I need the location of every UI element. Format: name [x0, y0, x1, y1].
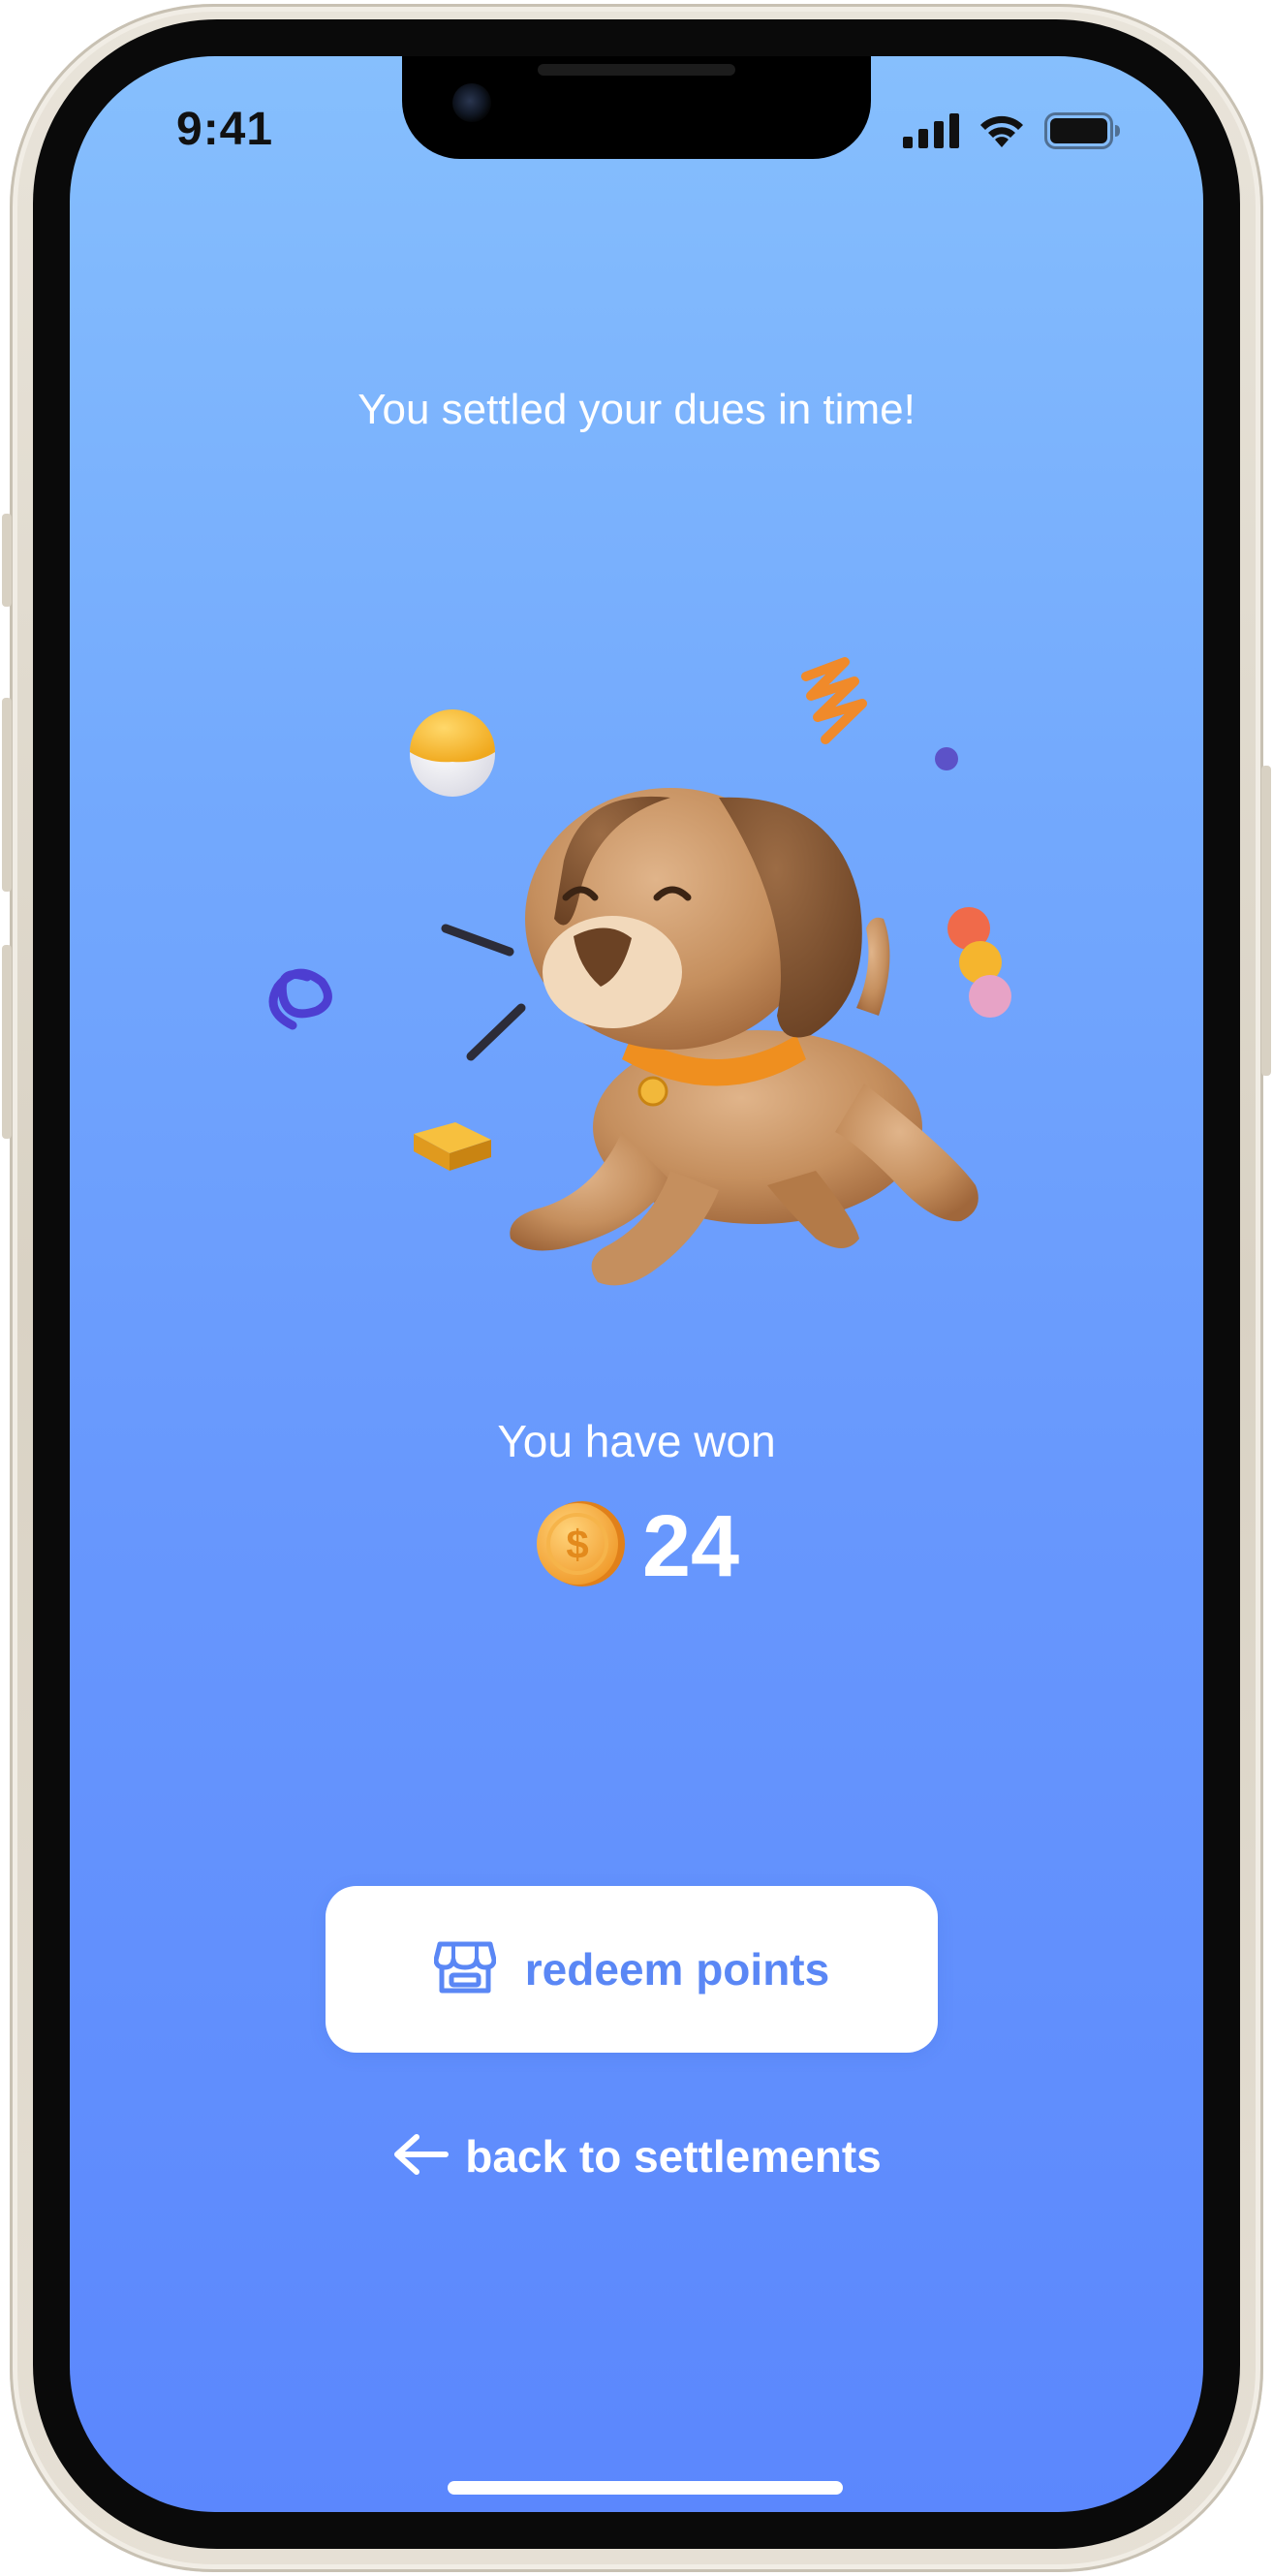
- cellular-signal-icon: [903, 113, 959, 153]
- confetti-dot-purple: [935, 747, 958, 770]
- status-time: 9:41: [176, 104, 274, 155]
- wifi-icon: [977, 112, 1027, 154]
- svg-text:$: $: [566, 1522, 588, 1567]
- status-icons: [903, 112, 1122, 154]
- dog-figure: [510, 788, 978, 1286]
- confetti-stick-1: [441, 924, 514, 957]
- dollar-coin-icon: $: [534, 1498, 625, 1594]
- success-headline: You settled your dues in time!: [357, 386, 916, 433]
- silent-switch: [2, 514, 12, 607]
- speaker-grille: [538, 64, 735, 76]
- storefront-icon: [433, 1938, 497, 2001]
- redeem-points-label: redeem points: [524, 1944, 830, 1995]
- home-indicator[interactable]: [448, 2481, 843, 2495]
- points-value: 24: [641, 1497, 740, 1595]
- redeem-points-button[interactable]: redeem points: [326, 1886, 938, 2053]
- confetti-spiral-purple: [268, 968, 332, 1030]
- confetti-ball: [410, 709, 495, 797]
- notch: [402, 56, 871, 159]
- confetti-stick-2: [466, 1003, 526, 1061]
- app-screen: 9:41 You settled your dues in time! You …: [70, 56, 1203, 2512]
- front-camera: [452, 83, 491, 122]
- confetti-beads: [947, 907, 1011, 1018]
- points-display: $ 24: [70, 1498, 1203, 1594]
- back-to-settlements-label: back to settlements: [465, 2131, 882, 2182]
- volume-up-button: [2, 698, 12, 892]
- won-label: You have won: [497, 1416, 776, 1466]
- arrow-left-icon: [391, 2133, 450, 2181]
- confetti-block: [414, 1122, 491, 1171]
- back-to-settlements-link[interactable]: back to settlements: [70, 2130, 1203, 2183]
- confetti-spring-orange: [801, 657, 867, 744]
- power-button: [1261, 766, 1271, 1076]
- volume-down-button: [2, 945, 12, 1139]
- battery-icon: [1044, 112, 1122, 154]
- happy-dog-illustration: [268, 657, 1011, 1286]
